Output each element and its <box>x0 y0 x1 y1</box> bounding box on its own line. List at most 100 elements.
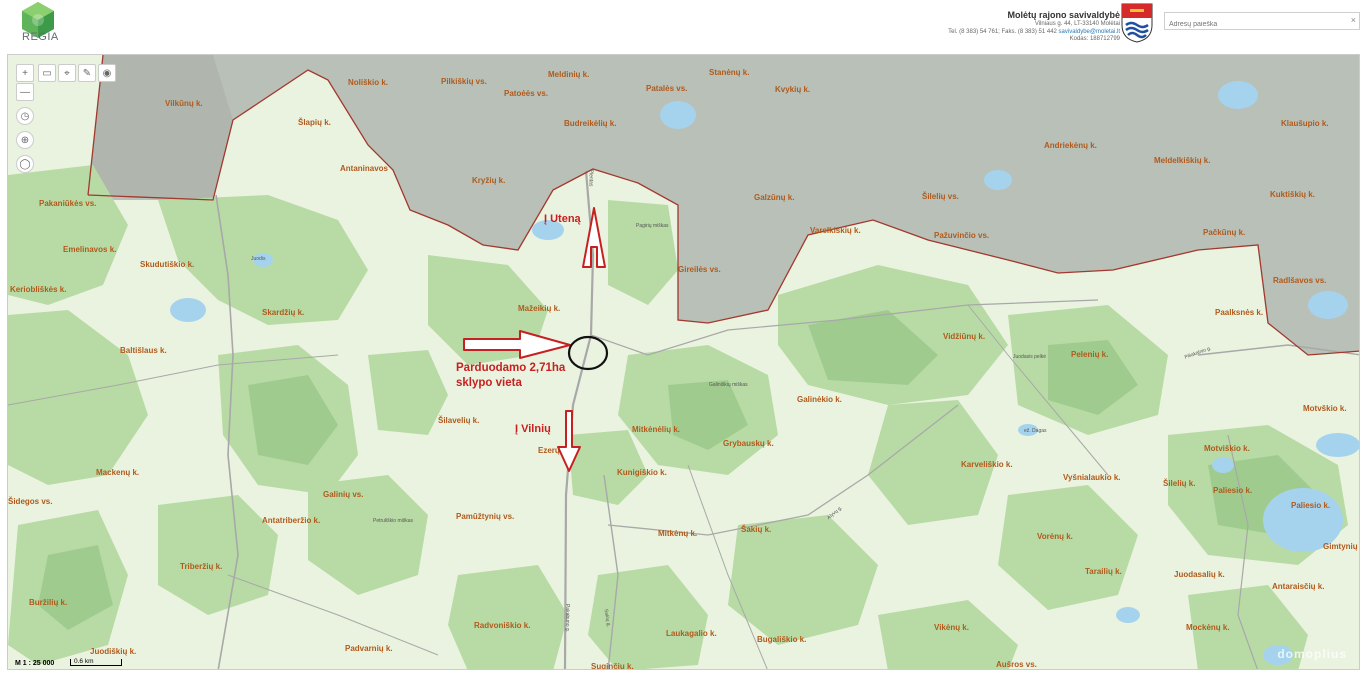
place-label: Paliesio k. <box>1213 486 1253 495</box>
place-label: Paliesio k. <box>1291 501 1331 510</box>
place-label: Šilelių k. <box>1163 479 1196 488</box>
place-label: Kryžių k. <box>472 176 506 185</box>
place-label: Grybauskų k. <box>723 439 774 448</box>
place-label: Andriekėnų k. <box>1044 141 1097 150</box>
scale-bar: 0.6 km <box>70 658 122 666</box>
marker-icon[interactable]: ⌖ <box>58 64 76 82</box>
minor-label: ež. Dagas <box>1024 428 1047 434</box>
place-label: Gireilės vs. <box>678 265 721 274</box>
municipality-email[interactable]: savivaldybe@moletai.lt <box>1059 29 1120 35</box>
municipality-code: Kodas: 188712799 <box>1069 36 1120 43</box>
place-label: Mažeikių k. <box>518 304 561 313</box>
minor-label: Plentas <box>587 169 594 187</box>
place-label: Vidžiūnų k. <box>943 332 986 341</box>
logo-text: REGIA <box>22 31 59 43</box>
place-label: Tarailių k. <box>1085 567 1122 576</box>
history-icon[interactable]: ◷ <box>16 107 34 125</box>
place-label: Šlapių k. <box>298 118 331 127</box>
place-label: Skudutiškio k. <box>140 260 195 269</box>
minor-label: Juodis <box>251 256 266 262</box>
place-label: Kunigiškio k. <box>617 468 667 477</box>
place-label: Vikėnų k. <box>934 623 969 632</box>
place-label: Triberžių k. <box>180 562 223 571</box>
place-label: Kuktiškių k. <box>1270 190 1315 199</box>
place-label: Karveliškio k. <box>961 460 1013 469</box>
place-label: Varelkiškių k. <box>810 226 861 235</box>
place-label: Mitkėnėlių k. <box>632 425 681 434</box>
map-canvas[interactable] <box>8 55 1360 670</box>
coat-of-arms-icon <box>1121 3 1153 43</box>
place-label: Pilkiškių vs. <box>441 77 487 86</box>
zoom-in-button[interactable]: + <box>16 64 34 82</box>
place-label: Buržilių k. <box>29 598 68 607</box>
place-label: Galinių vs. <box>323 490 364 499</box>
place-label: Motviškio k. <box>1204 444 1250 453</box>
address-search[interactable]: × <box>1164 12 1360 33</box>
scale-ratio: M 1 : 25 000 <box>15 660 55 667</box>
place-label: Skardžių k. <box>262 308 305 317</box>
place-label: Motvškio k. <box>1303 404 1347 413</box>
place-label: Baltišlaus k. <box>120 346 167 355</box>
place-label: Meldelkiškių k. <box>1154 156 1211 165</box>
minor-label: Pakabuno g. <box>564 603 571 633</box>
plot-location-label-line1: Parduodamo 2,71ha <box>456 362 566 374</box>
place-label: Pačkūnų k. <box>1203 228 1246 237</box>
place-label: Pakaniūkės vs. <box>39 199 97 208</box>
locate-icon[interactable]: ⊕ <box>16 131 34 149</box>
place-label: Patalės vs. <box>646 84 688 93</box>
minor-label: Pagirių miškas <box>636 223 669 229</box>
place-label: Antaninavos <box>340 164 389 173</box>
minor-label: Galiniškių miškas <box>709 382 748 388</box>
place-label: Antatriberžio k. <box>262 516 321 525</box>
place-label: Meldinių k. <box>548 70 590 79</box>
place-label: Bugališkio k. <box>757 635 807 644</box>
place-label: Patoėės vs. <box>504 89 549 98</box>
place-label: Šilavelių k. <box>438 416 480 425</box>
place-label: Budreikėlių k. <box>564 119 617 128</box>
zoom-out-button[interactable]: — <box>16 83 34 101</box>
place-label: Vilkūnų k. <box>165 99 203 108</box>
place-label: Suginčių k. <box>591 662 634 670</box>
place-label: Antaraisčių k. <box>1272 582 1325 591</box>
place-label: Galzūnų k. <box>754 193 795 202</box>
place-label: Galinėkio k. <box>797 395 842 404</box>
place-label: Keriobliškės k. <box>10 285 67 294</box>
place-label: Pažuvinčio vs. <box>934 231 990 240</box>
target-icon[interactable]: ◉ <box>98 64 116 82</box>
measure-icon[interactable]: ▭ <box>38 64 56 82</box>
place-label: Emelinavos k. <box>63 245 117 254</box>
place-label: Laukagalio k. <box>666 629 717 638</box>
place-label: Šakių k. <box>741 525 772 534</box>
place-label: Vyšnialaukio k. <box>1063 473 1121 482</box>
place-label: Mockėnų k. <box>1186 623 1230 632</box>
place-label: Radlšavos vs. <box>1273 276 1327 285</box>
place-label: Šilelių vs. <box>922 192 959 201</box>
clear-search-icon[interactable]: × <box>1351 15 1356 25</box>
municipality-name: Molėtų rajono savivaldybė <box>1007 10 1120 20</box>
place-label: Vorėnų k. <box>1037 532 1073 541</box>
place-label: Juodiškių k. <box>90 647 137 656</box>
to-vilnius-label: Į Vilnių <box>515 423 551 435</box>
edit-icon[interactable]: ✎ <box>78 64 96 82</box>
place-label: Mitkėnų k. <box>658 529 698 538</box>
place-label: Pamūžtynių vs. <box>456 512 515 521</box>
place-label: Šidegos vs. <box>8 497 53 506</box>
place-label: Ezerų k. <box>538 446 569 455</box>
place-label: Juodasalių k. <box>1174 570 1225 579</box>
place-label: Pelenių k. <box>1071 350 1109 359</box>
place-label: Noliškio k. <box>348 78 389 87</box>
minor-label: Petruliškio miškas <box>373 518 414 524</box>
address-search-input[interactable] <box>1165 16 1343 33</box>
place-label: Stanėnų k. <box>709 68 750 77</box>
lasso-icon[interactable]: ◯ <box>16 155 34 173</box>
minor-label: Juodasis pelkė <box>1013 354 1047 360</box>
place-label: Radvoniškio k. <box>474 621 531 630</box>
municipality-info: Molėtų rajono savivaldybė Vilniaus g. 44… <box>948 9 1120 44</box>
municipality-phone: Tel. (8 383) 54 761; Faks. (8 383) 51 44… <box>948 28 1057 35</box>
watermark: domoplius <box>1277 647 1347 661</box>
place-label: Gimtynių <box>1323 542 1358 551</box>
to-utena-label: Į Uteną <box>544 213 581 225</box>
place-label: Klaušupio k. <box>1281 119 1329 128</box>
plot-location-label-line2: sklypo vieta <box>456 377 522 389</box>
map-view[interactable]: + — ▭ ⌖ ✎ ◉ ◷ ⊕ ◯ Vilkūnų k. Noliškio k.… <box>7 54 1360 670</box>
